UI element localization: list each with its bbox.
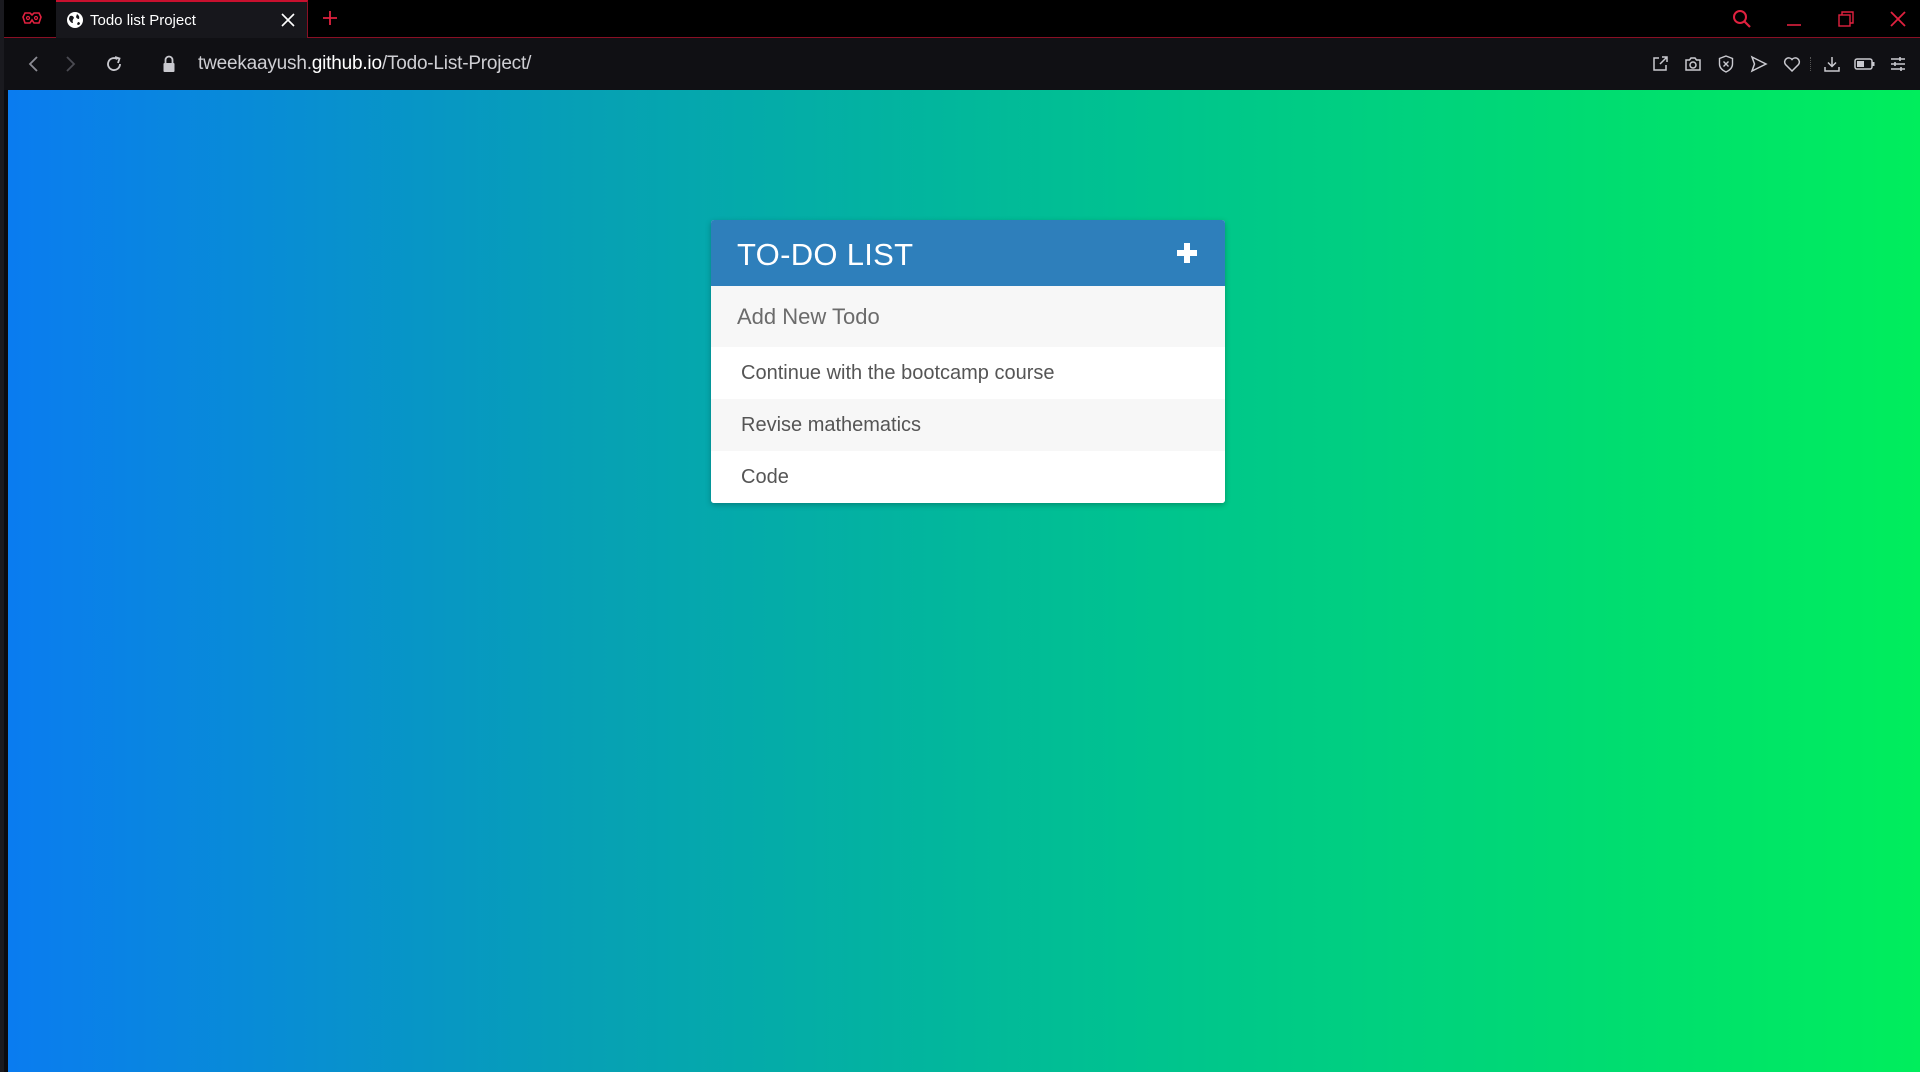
url-domain: github.io [311,53,382,74]
todo-card: TO-DO LIST Continue with the bootcamp co… [711,220,1225,503]
close-window-icon[interactable] [1872,0,1920,38]
page-viewport: TO-DO LIST Continue with the bootcamp co… [8,90,1920,1072]
opera-gx-logo-icon[interactable] [20,8,44,28]
download-icon[interactable] [1815,51,1848,77]
plus-icon[interactable] [1173,239,1201,267]
todo-item[interactable]: Continue with the bootcamp course [711,347,1225,399]
window-controls [1716,0,1920,38]
ad-blocker-shield-icon[interactable] [1709,51,1742,77]
bookmark-heart-icon[interactable] [1775,51,1808,77]
todo-title: TO-DO LIST [737,237,914,272]
new-tab-plus-icon[interactable] [320,8,340,28]
share-page-icon[interactable] [1643,51,1676,77]
address-bar[interactable]: tweekaayush.github.io/Todo-List-Project/ [162,50,531,78]
url-prefix: tweekaayush. [198,53,312,74]
search-tabs-icon[interactable] [1716,0,1768,38]
todo-list: Continue with the bootcamp course Revise… [711,347,1225,503]
toolbar-icons [1643,51,1914,77]
todo-item[interactable]: Code [711,451,1225,503]
reload-icon[interactable] [102,52,126,76]
browser-toolbar: tweekaayush.github.io/Todo-List-Project/ [4,38,1920,90]
restore-icon[interactable] [1820,0,1872,38]
tab-todo-list-project[interactable]: Todo list Project [56,0,308,38]
back-arrow-icon[interactable] [22,52,46,76]
toolbar-separator [1810,57,1813,71]
add-todo-input[interactable] [711,286,1225,347]
lock-icon[interactable] [162,55,176,73]
url-text: tweekaayush.github.io/Todo-List-Project/ [198,53,531,75]
easy-setup-sliders-icon[interactable] [1881,51,1914,77]
forward-arrow-icon[interactable] [58,52,82,76]
tab-strip: Todo list Project [4,0,1920,38]
url-path: /Todo-List-Project/ [381,53,532,74]
browser-window: Todo list Project tweekaayush.github.io/… [0,0,1920,1072]
battery-saver-icon[interactable] [1848,51,1881,77]
globe-icon [66,11,84,29]
tab-title: Todo list Project [90,11,196,29]
camera-snapshot-icon[interactable] [1676,51,1709,77]
minimize-icon[interactable] [1768,0,1820,38]
close-tab-icon[interactable] [279,11,297,29]
send-flow-icon[interactable] [1742,51,1775,77]
todo-header: TO-DO LIST [711,220,1225,286]
todo-item[interactable]: Revise mathematics [711,399,1225,451]
